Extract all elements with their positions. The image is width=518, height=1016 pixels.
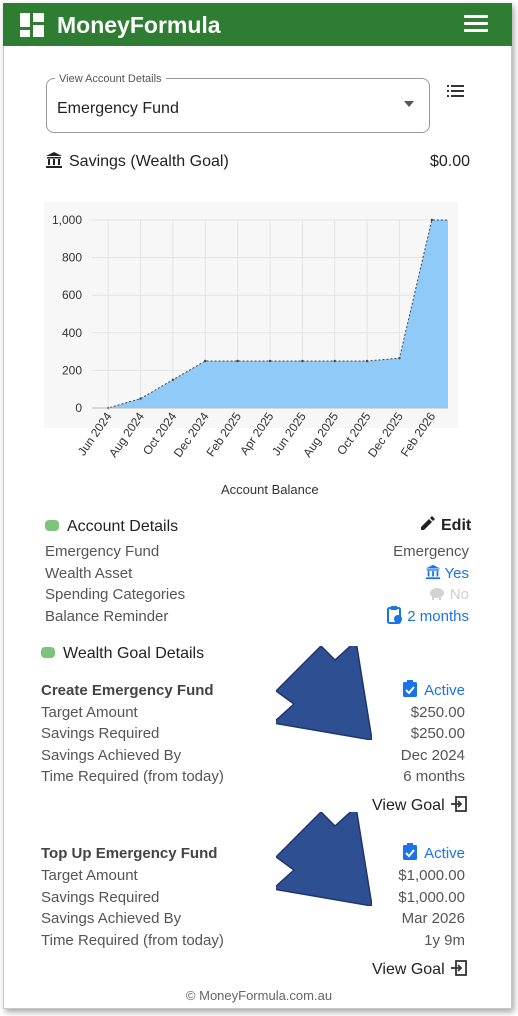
goal-label: Target Amount [41, 867, 138, 884]
view-goal-label: View Goal [372, 961, 445, 978]
balance-reminder-link[interactable]: 2 months [387, 606, 469, 626]
goal-name: Top Up Emergency Fund [41, 845, 218, 862]
goal-status-text: Active [424, 682, 465, 699]
chart-y-tick-label: 1,000 [52, 213, 82, 227]
top-app-bar: MoneyFormula [3, 3, 512, 46]
balance-reminder-value: 2 months [407, 608, 469, 625]
wealth-asset-value: Yes [444, 565, 469, 582]
chart-y-tick-label: 400 [62, 326, 82, 340]
chart-y-tick-label: 200 [62, 363, 82, 377]
account-select-label: View Account Details [55, 73, 166, 85]
detail-label: Balance Reminder [45, 608, 169, 625]
goal-status-badge[interactable]: Active [402, 680, 465, 700]
account-details-heading: Account Details [45, 518, 178, 536]
goal-value: Dec 2024 [400, 747, 465, 764]
goal-status-badge[interactable]: Active [402, 843, 465, 863]
bank-icon [425, 564, 440, 580]
hamburger-menu-icon[interactable] [464, 15, 490, 35]
goal-label: Time Required (from today) [41, 768, 224, 785]
chart-x-axis-label: Account Balance [221, 482, 319, 497]
goal-status-text: Active [424, 845, 465, 862]
view-goal-button[interactable]: View Goal [372, 959, 467, 979]
account-title: Savings (Wealth Goal) [69, 153, 229, 170]
goal-value: $1,000.00 [398, 889, 465, 906]
clipboard-clock-icon [387, 606, 403, 625]
account-details-title: Account Details [67, 518, 179, 535]
goal-label: Savings Achieved By [41, 910, 182, 927]
view-goal-button[interactable]: View Goal [372, 795, 467, 815]
chart-data-point [171, 378, 175, 381]
annotation-arrow-icon [276, 646, 372, 740]
chart-data-point [268, 359, 272, 363]
chart-data-point [398, 356, 401, 360]
goal-label: Time Required (from today) [41, 932, 224, 949]
view-goal-label: View Goal [372, 797, 445, 814]
spending-categories-text: No [449, 586, 469, 603]
goal-label: Savings Required [41, 725, 160, 742]
pencil-icon [421, 515, 435, 530]
chart-data-point [301, 359, 304, 363]
detail-label: Spending Categories [45, 586, 186, 603]
account-balance-chart: 02004006008001,000Jun 2024Aug 2024Oct 20… [44, 202, 458, 460]
clipboard-check-icon [403, 680, 418, 698]
clipboard-check-icon [403, 843, 418, 861]
detail-value: Emergency [393, 543, 469, 560]
goal-value: $250.00 [410, 725, 465, 742]
section-pill-icon [41, 647, 55, 659]
chart-data-point [333, 359, 336, 363]
goal-label: Savings Achieved By [41, 747, 182, 764]
wealth-asset-link[interactable]: Yes [425, 564, 469, 582]
chart-data-point [204, 359, 207, 363]
chart-y-tick-label: 600 [62, 288, 82, 302]
account-select-value[interactable]: Emergency Fund [57, 100, 179, 118]
chart-data-point [365, 359, 369, 363]
edit-label: Edit [441, 517, 472, 534]
goal-name: Create Emergency Fund [41, 682, 214, 699]
account-summary: Savings (Wealth Goal) $0.00 [45, 151, 470, 173]
bank-icon [46, 152, 62, 168]
goal-value: 1y 9m [424, 932, 465, 949]
spending-categories-value: No [428, 586, 469, 603]
goal-label: Target Amount [41, 704, 138, 721]
chart-data-point [430, 218, 434, 222]
chart-data-point [236, 359, 239, 363]
logo-icon [20, 13, 44, 37]
chart-y-tick-label: 800 [62, 251, 82, 265]
chart-data-point [139, 397, 142, 400]
footer-copyright: © MoneyFormula.com.au [185, 988, 333, 1003]
wealth-goal-heading: Wealth Goal Details [41, 645, 204, 663]
login-arrow-icon [450, 795, 467, 812]
account-balance: $0.00 [429, 153, 470, 170]
goal-label: Savings Required [41, 889, 160, 906]
dropdown-caret-icon[interactable] [404, 101, 414, 107]
annotation-arrow-icon [276, 812, 372, 906]
goal-value: 6 months [403, 768, 465, 785]
detail-label: Wealth Asset [45, 565, 133, 582]
edit-button[interactable]: Edit [419, 515, 472, 535]
goal-value: $1,000.00 [398, 867, 465, 884]
wealth-goal-title: Wealth Goal Details [63, 645, 205, 662]
section-pill-icon [45, 520, 59, 532]
app-brand: MoneyFormula [57, 12, 221, 38]
goal-value: Mar 2026 [401, 910, 465, 927]
piggy-bank-icon [429, 588, 444, 601]
login-arrow-icon [450, 959, 467, 976]
list-view-icon[interactable] [447, 84, 465, 98]
chart-y-tick-label: 0 [75, 401, 82, 415]
detail-label: Emergency Fund [45, 543, 160, 560]
goal-value: $250.00 [410, 704, 465, 721]
